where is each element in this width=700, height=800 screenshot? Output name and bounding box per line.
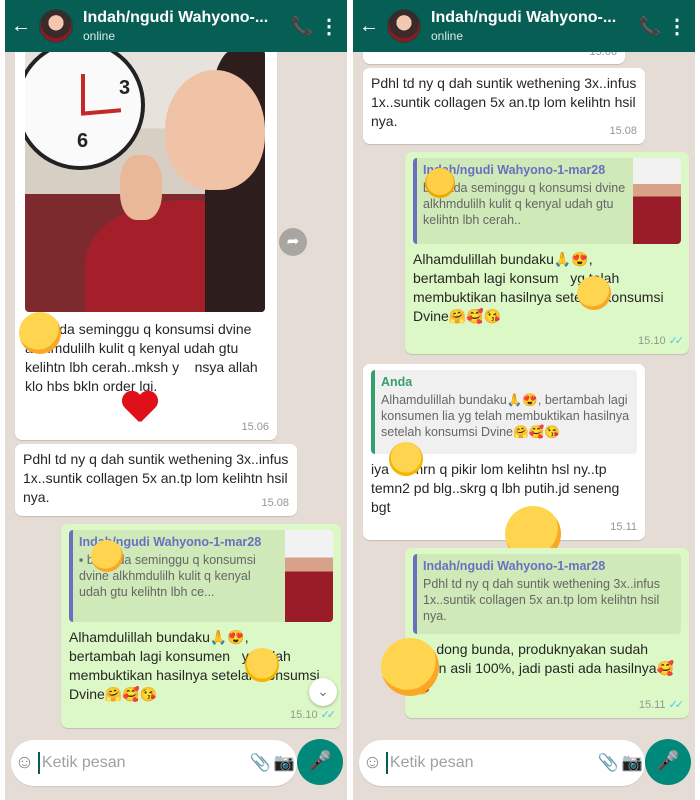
message-time: 15.11 [610, 521, 637, 533]
contact-status: online [83, 29, 116, 43]
read-receipt-icon: ✓✓ [668, 699, 685, 711]
photo-image[interactable]: 3 6 [25, 50, 265, 312]
message-time: 15.11 ✓✓ [638, 699, 685, 711]
arrow-left-icon[interactable]: ← [359, 15, 385, 38]
wall-clock: 3 6 [25, 50, 145, 170]
quote-text: Pdhl td ny q dah suntik wethening 3x..in… [423, 577, 660, 623]
incoming-message[interactable]: Pdhl td ny q dah suntik wethening 3x..in… [363, 68, 645, 144]
message-text: a dong bunda, produknyakan sudah jamin a… [413, 641, 675, 695]
more-vert-icon[interactable]: ⋮ [317, 14, 341, 39]
kiss-emoji-sticker [577, 276, 611, 310]
incoming-message[interactable]: Pdhl td ny q dah suntik wethening 3x..in… [15, 444, 297, 516]
laughing-emoji-sticker [425, 168, 455, 198]
avatar[interactable] [387, 9, 421, 43]
read-receipt-icon: ✓✓ [668, 335, 685, 347]
forward-icon[interactable]: ➦ [279, 228, 307, 256]
message-text: Alhamdulillah bundaku🙏😍, bertambah lagi … [69, 629, 320, 702]
more-vert-icon[interactable]: ⋮ [665, 14, 689, 39]
heart-sticker [121, 392, 157, 424]
photo-message[interactable]: 3 6 blm ada seminggu q konsumsi dvine al… [15, 42, 277, 440]
camera-icon[interactable]: 📷 [272, 753, 297, 773]
message-input-box: ☺ 📎 📷 [11, 740, 297, 786]
quote-text: Alhamdulillah bundaku🙏😍, bertambah lagi … [381, 393, 630, 439]
message-text: Pdhl td ny q dah suntik wethening 3x..in… [23, 451, 293, 505]
kiss-emoji-sticker [91, 540, 123, 572]
add-call-icon[interactable]: 📞 [287, 16, 317, 37]
contact-name: Indah/ngudi Wahyono-... [431, 9, 617, 26]
kiss-emoji-sticker [381, 638, 439, 696]
kiss-emoji-sticker [19, 312, 61, 354]
add-call-icon[interactable]: 📞 [635, 16, 665, 37]
photo-hand [120, 155, 162, 220]
chat-screen-right: ← Indah/ngudi Wahyono-... online 📞 ⋮ 15.… [353, 0, 695, 800]
contact-info[interactable]: Indah/ngudi Wahyono-... online [83, 9, 287, 43]
chat-header: ← Indah/ngudi Wahyono-... online 📞 ⋮ [353, 0, 695, 52]
photo-face [165, 70, 265, 190]
smiley-icon[interactable]: ☺ [359, 752, 386, 774]
heart-eyes-emoji-sticker [245, 648, 279, 682]
message-input[interactable] [37, 752, 249, 774]
scroll-down-button[interactable]: ⌄ [309, 678, 337, 706]
photo-caption: blm ada seminggu q konsumsi dvine alkhmd… [25, 321, 262, 394]
heart-eyes-emoji-sticker [389, 442, 423, 476]
clock-number: 6 [77, 130, 89, 152]
quoted-message[interactable]: Anda Alhamdulillah bundaku🙏😍, bertambah … [371, 370, 637, 454]
message-input-bar: ☺ 📎 📷 🎤 [5, 738, 347, 790]
paperclip-icon[interactable]: 📎 [249, 753, 272, 773]
smiley-icon[interactable]: ☺ [11, 752, 38, 774]
avatar[interactable] [39, 9, 73, 43]
microphone-icon[interactable]: 🎤 [297, 739, 343, 785]
message-time: 15.08 [609, 125, 637, 137]
arrow-left-icon[interactable]: ← [11, 15, 37, 38]
contact-status: online [431, 29, 464, 43]
message-text: Pdhl td ny q dah suntik wethening 3x..in… [371, 75, 641, 129]
contact-name: Indah/ngudi Wahyono-... [83, 9, 269, 26]
outgoing-message[interactable]: Indah/ngudi Wahyono-1-mar28 Pdhl td ny q… [405, 548, 689, 718]
quote-author: Indah/ngudi Wahyono-1-mar28 [423, 163, 606, 177]
quoted-message[interactable]: Indah/ngudi Wahyono-1-mar28 blm ada semi… [413, 158, 681, 244]
camera-icon[interactable]: 📷 [620, 753, 645, 773]
quote-thumbnail [633, 158, 681, 244]
clock-number: 3 [119, 77, 131, 99]
quoted-message[interactable]: Indah/ngudi Wahyono-1-mar28 Pdhl td ny q… [413, 554, 681, 634]
message-input[interactable] [385, 752, 597, 774]
message-input-box: ☺ 📎 📷 [359, 740, 645, 786]
microphone-icon[interactable]: 🎤 [645, 739, 691, 785]
message-input-bar: ☺ 📎 📷 🎤 [353, 738, 695, 790]
chat-header: ← Indah/ngudi Wahyono-... online 📞 ⋮ [5, 0, 347, 52]
message-time: 15.10 ✓✓ [638, 335, 685, 347]
quote-author: Indah/ngudi Wahyono-1-mar28 [423, 559, 606, 573]
message-time: 15.06 [241, 421, 269, 433]
message-text: Alhamdulillah bundaku🙏😍, bertambah lagi … [413, 251, 664, 324]
quote-author: Anda [381, 375, 413, 389]
message-time: 15.08 [261, 497, 289, 509]
message-time: 15.10 ✓✓ [290, 709, 337, 721]
read-receipt-icon: ✓✓ [320, 709, 337, 721]
contact-info[interactable]: Indah/ngudi Wahyono-... online [431, 9, 635, 43]
quote-thumbnail [285, 530, 333, 622]
paperclip-icon[interactable]: 📎 [597, 753, 620, 773]
chat-screen-left: ← Indah/ngudi Wahyono-... online 📞 ⋮ 3 6… [5, 0, 347, 800]
